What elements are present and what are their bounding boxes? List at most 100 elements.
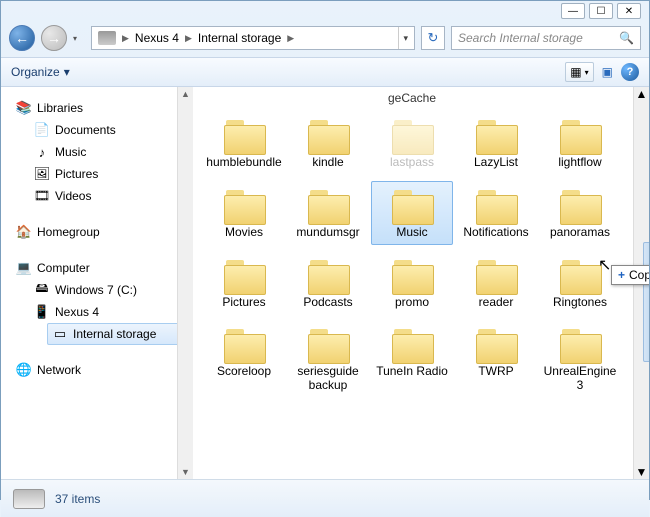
folder-ringtones[interactable]: Ringtones [539, 251, 621, 315]
folder-icon [556, 116, 604, 156]
sidebar-item-label: Computer [37, 261, 90, 275]
folder-tunein-radio[interactable]: TuneIn Radio [371, 320, 453, 398]
folder-icon [220, 325, 268, 365]
folder-humblebundle[interactable]: humblebundle [203, 111, 285, 175]
grid-view-icon: ▦ [570, 65, 581, 79]
chevron-right-icon[interactable]: ▶ [183, 33, 194, 44]
breadcrumb-location[interactable]: Internal storage [194, 31, 285, 45]
sidebar-item-pictures[interactable]: 🖼Pictures [29, 163, 193, 185]
organize-button[interactable]: Organize ▾ [11, 65, 70, 79]
sidebar-item-label: Videos [55, 189, 91, 203]
chevron-right-icon[interactable]: ▶ [285, 33, 296, 44]
sidebar-item-homegroup[interactable]: 🏠Homegroup [11, 221, 193, 243]
scroll-up-icon[interactable]: ▲ [636, 87, 648, 101]
chevron-down-icon: ▾ [64, 65, 70, 79]
sidebar-item-label: Music [55, 145, 86, 159]
chevron-down-icon: ▾ [585, 68, 589, 77]
folder-label: Podcasts [303, 296, 352, 310]
folder-twrp[interactable]: TWRP [455, 320, 537, 398]
network-icon: 🌐 [16, 362, 32, 378]
breadcrumb-device[interactable]: Nexus 4 [131, 31, 183, 45]
sidebar-scrollbar[interactable]: ▲ ▼ [177, 87, 193, 479]
nexus-4-icon: 📱 [34, 304, 50, 320]
sidebar-item-label: Internal storage [73, 327, 156, 341]
sidebar-item-label: Pictures [55, 167, 98, 181]
sidebar-item-libraries[interactable]: 📚Libraries [11, 97, 193, 119]
scroll-thumb[interactable] [643, 242, 650, 362]
partial-folder-label[interactable]: geCache [371, 91, 453, 105]
scroll-down-icon[interactable]: ▼ [179, 465, 192, 479]
folder-notifications[interactable]: Notifications [455, 181, 537, 245]
sidebar-item-label: Documents [55, 123, 116, 137]
sidebar-item-windows-7-c-[interactable]: 🖴Windows 7 (C:) [29, 279, 193, 301]
folder-icon [388, 116, 436, 156]
folder-scoreloop[interactable]: Scoreloop [203, 320, 285, 398]
folder-icon [388, 186, 436, 226]
folder-icon [472, 256, 520, 296]
folder-mundumsgr[interactable]: mundumsgr [287, 181, 369, 245]
view-button[interactable]: ▦ ▾ [565, 62, 593, 82]
scroll-down-icon[interactable]: ▼ [636, 465, 648, 479]
help-button[interactable]: ? [621, 63, 639, 81]
folder-icon [556, 256, 604, 296]
folder-icon [472, 116, 520, 156]
sidebar-item-music[interactable]: ♪Music [29, 141, 193, 163]
close-button[interactable]: ✕ [617, 3, 641, 19]
search-input[interactable]: Search Internal storage 🔍 [451, 26, 641, 50]
folder-kindle[interactable]: kindle [287, 111, 369, 175]
back-button[interactable]: ← [9, 25, 35, 51]
chevron-right-icon[interactable]: ▶ [120, 33, 131, 44]
plus-icon: + [618, 268, 625, 282]
folder-unrealengine3[interactable]: UnrealEngine3 [539, 320, 621, 398]
folder-icon [304, 116, 352, 156]
drive-icon [13, 489, 45, 509]
refresh-button[interactable]: ↻ [421, 26, 445, 50]
folder-content[interactable]: geCache humblebundlekindlelastpass LazyLi… [193, 87, 649, 479]
folder-label: Scoreloop [217, 365, 271, 379]
folder-seriesguide-backup[interactable]: seriesguide backup [287, 320, 369, 398]
sidebar-item-videos[interactable]: 🎞 Videos [29, 185, 193, 207]
organize-label: Organize [11, 65, 60, 79]
sidebar-item-network[interactable]: 🌐Network [11, 359, 193, 381]
toolbar: Organize ▾ ▦ ▾ ▣ ? [1, 57, 649, 87]
folder-icon [388, 256, 436, 296]
folder-lazylist[interactable]: LazyList [455, 111, 537, 175]
sidebar-item-internal-storage[interactable]: ▭ Internal storage [47, 323, 193, 345]
sidebar-item-label: Libraries [37, 101, 83, 115]
drive-icon [98, 31, 116, 45]
address-dropdown[interactable]: ▾ [398, 27, 412, 49]
folder-reader[interactable]: reader [455, 251, 537, 315]
folder-icon [556, 325, 604, 365]
folder-panoramas[interactable]: panoramas [539, 181, 621, 245]
sidebar-item-documents[interactable]: 📄 Documents [29, 119, 193, 141]
sidebar-item-computer[interactable]: 💻 Computer [11, 257, 193, 279]
folder-movies[interactable]: Movies [203, 181, 285, 245]
folder-podcasts[interactable]: Podcasts [287, 251, 369, 315]
folder-lightflow[interactable]: lightflow [539, 111, 621, 175]
videos-icon: 🎞 [34, 188, 50, 204]
scroll-up-icon[interactable]: ▲ [179, 87, 192, 101]
nav-history-dropdown[interactable]: ▾ [73, 25, 85, 51]
windows-7-c--icon: 🖴 [34, 282, 50, 298]
folder-lastpass[interactable]: lastpass [371, 111, 453, 175]
internal-storage-icon: ▭ [52, 326, 68, 342]
folder-label: LazyList [474, 156, 518, 170]
minimize-button[interactable]: — [561, 3, 585, 19]
folder-icon [304, 256, 352, 296]
folder-icon [304, 325, 352, 365]
computer-icon: 💻 [16, 260, 32, 276]
folder-music[interactable]: Music [371, 181, 453, 245]
preview-pane-button[interactable]: ▣ [602, 65, 613, 79]
homegroup-icon: 🏠 [16, 224, 32, 240]
folder-icon [472, 325, 520, 365]
folder-icon [220, 256, 268, 296]
address-bar[interactable]: ▶ Nexus 4 ▶ Internal storage ▶ ▾ [91, 26, 415, 50]
forward-button[interactable]: → [41, 25, 67, 51]
folder-promo[interactable]: promo [371, 251, 453, 315]
sidebar-item-nexus-4[interactable]: 📱Nexus 4 [29, 301, 193, 323]
folder-pictures[interactable]: Pictures [203, 251, 285, 315]
maximize-button[interactable]: ☐ [589, 3, 613, 19]
folder-label: panoramas [550, 226, 610, 240]
drag-tooltip: + Copy [611, 265, 649, 285]
documents-icon: 📄 [34, 122, 50, 138]
